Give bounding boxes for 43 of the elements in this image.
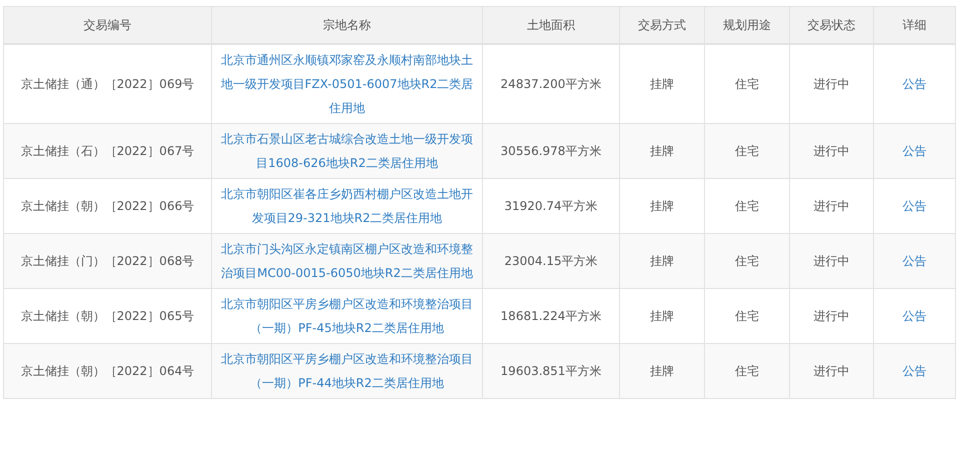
trade-status: 进行中 (814, 254, 850, 268)
column-header: 交易编号 (4, 6, 212, 44)
land-area: 23004.15平方米 (504, 254, 598, 268)
trade-status: 进行中 (814, 144, 850, 158)
column-header: 土地面积 (482, 6, 620, 44)
trade-status: 进行中 (814, 364, 850, 378)
announcement-link[interactable]: 公告 (902, 199, 926, 213)
trade-method: 挂牌 (650, 364, 674, 378)
land-area: 30556.978平方米 (500, 144, 602, 158)
land-area: 24837.200平方米 (500, 77, 602, 91)
trade-number: 京土储挂（朝）［2022］064号 (20, 364, 194, 378)
trade-status: 进行中 (814, 77, 850, 91)
trade-status: 进行中 (814, 199, 850, 213)
trade-number: 京土储挂（朝）［2022］065号 (20, 309, 194, 323)
column-header: 规划用途 (704, 6, 790, 44)
announcement-link[interactable]: 公告 (902, 77, 926, 91)
planned-use: 住宅 (735, 309, 759, 323)
trade-method: 挂牌 (650, 309, 674, 323)
trade-number: 京土储挂（朝）［2022］066号 (20, 199, 194, 213)
column-header: 详细 (874, 6, 956, 44)
column-header: 宗地名称 (212, 6, 482, 44)
announcement-link[interactable]: 公告 (902, 309, 926, 323)
land-area: 19603.851平方米 (500, 364, 602, 378)
trade-method: 挂牌 (650, 144, 674, 158)
trade-number: 京土储挂（门）［2022］068号 (20, 254, 194, 268)
trade-number: 京土储挂（石）［2022］067号 (20, 144, 194, 158)
planned-use: 住宅 (735, 364, 759, 378)
planned-use: 住宅 (735, 199, 759, 213)
trade-method: 挂牌 (650, 199, 674, 213)
trade-method: 挂牌 (650, 77, 674, 91)
planned-use: 住宅 (735, 254, 759, 268)
land-area: 18681.224平方米 (500, 309, 602, 323)
planned-use: 住宅 (735, 77, 759, 91)
trade-method: 挂牌 (650, 254, 674, 268)
announcement-link[interactable]: 公告 (902, 144, 926, 158)
land-area: 31920.74平方米 (504, 199, 598, 213)
column-header: 交易状态 (790, 6, 874, 44)
planned-use: 住宅 (735, 144, 759, 158)
trade-status: 进行中 (814, 309, 850, 323)
announcement-link[interactable]: 公告 (902, 364, 926, 378)
column-header: 交易方式 (620, 6, 704, 44)
announcement-link[interactable]: 公告 (902, 254, 926, 268)
trade-number: 京土储挂（通）［2022］069号 (20, 77, 194, 91)
